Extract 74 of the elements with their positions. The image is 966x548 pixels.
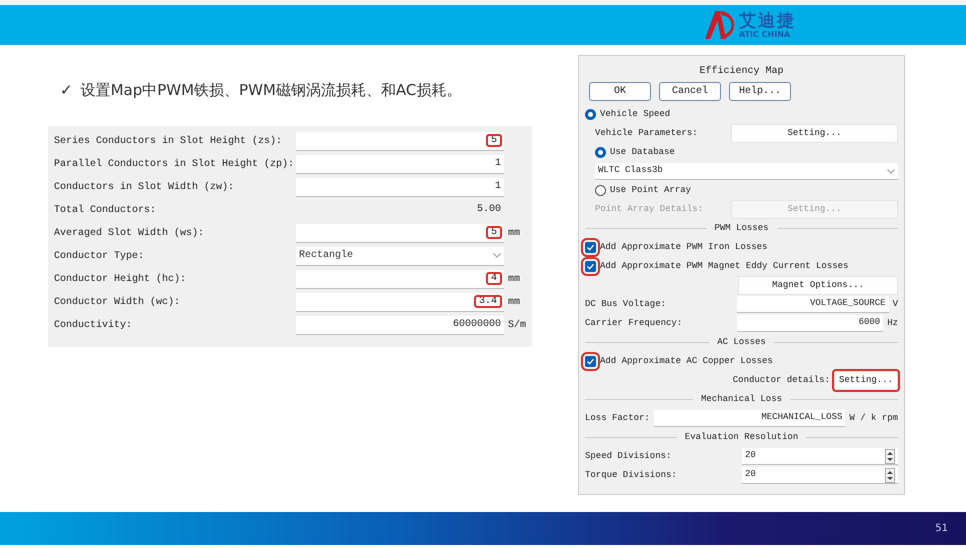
- section-heading: Evaluation Resolution: [684, 430, 800, 444]
- dropdown-value: Rectangle: [299, 248, 354, 262]
- field-value: 1: [494, 158, 501, 168]
- page-number: 51: [935, 522, 948, 536]
- logo-mark-icon: [705, 11, 735, 39]
- field-label: Conductor Height (hc):: [54, 272, 188, 286]
- dialog-button[interactable]: OK: [589, 82, 651, 101]
- spin-value: 20: [745, 449, 756, 462]
- input-field[interactable]: VOLTAGE_SOURCE: [737, 296, 889, 313]
- unit-label: mm: [507, 272, 520, 286]
- field-label: Conductors in Slot Width (zw):: [54, 180, 236, 194]
- field-label: Averaged Slot Width (ws):: [54, 226, 206, 240]
- input-field[interactable]: 6000: [737, 315, 884, 332]
- field-label: Torque Divisions:: [585, 468, 678, 482]
- section-heading: AC Losses: [716, 336, 767, 349]
- checkbox-label: Add Approximate PWM Iron Losses: [600, 240, 768, 254]
- unit-label: mm: [507, 296, 520, 310]
- input-field[interactable]: 1: [296, 154, 504, 174]
- input-field[interactable]: MECHANICAL_LOSS: [654, 410, 846, 427]
- caret-icon: [493, 253, 501, 258]
- field-label: DC Bus Voltage:: [585, 298, 668, 311]
- field-label: Total Conductors:: [54, 204, 158, 218]
- radio-button[interactable]: [585, 109, 596, 120]
- field-value: 4: [486, 272, 501, 284]
- logo-english-text: ATIC CHINA: [739, 30, 792, 38]
- setting-button[interactable]: Setting...: [834, 370, 898, 390]
- check-mark: ✓: [60, 80, 73, 101]
- unit-label: S/m: [506, 318, 526, 332]
- field-label: Conductivity:: [54, 318, 134, 332]
- field-label: Vehicle Parameters:: [595, 126, 699, 140]
- setting-button[interactable]: Setting...: [731, 124, 898, 144]
- unit-label: mm: [507, 226, 520, 240]
- checkbox-label: Add Approximate PWM Magnet Eddy Current Losses: [600, 260, 848, 273]
- field-label: Carrier Frequency:: [585, 316, 684, 330]
- field-label: Conductor Width (wc):: [54, 296, 182, 310]
- input-field[interactable]: 60000000: [296, 316, 504, 334]
- field-label: Conductor details:: [732, 374, 830, 387]
- checkbox-label: Add Approximate AC Copper Losses: [600, 354, 773, 368]
- dropdown[interactable]: Rectangle: [296, 246, 504, 266]
- dropdown-value: WLTC Class3b: [598, 164, 663, 177]
- options-button[interactable]: Magnet Options...: [738, 276, 898, 296]
- dialog-title: Efficiency Map: [698, 64, 784, 79]
- section-heading: Mechanical Loss: [700, 392, 784, 406]
- radio-label: Vehicle Speed: [600, 108, 670, 121]
- section-heading: PWM Losses: [714, 222, 770, 235]
- caret-icon: [887, 168, 895, 174]
- dropdown[interactable]: WLTC Class3b: [595, 163, 898, 180]
- unit-label: V: [892, 298, 898, 311]
- field-label: Point Array Details:: [595, 202, 704, 216]
- radio-label: Use Database: [610, 146, 675, 159]
- field-value: 1: [494, 180, 501, 192]
- field-label: Series Conductors in Slot Height (zs):: [54, 134, 284, 148]
- unit-label: Hz: [887, 316, 898, 330]
- radio-button[interactable]: [595, 185, 606, 196]
- radio-label: Use Point Array: [610, 184, 692, 197]
- field-label: Conductor Type:: [54, 250, 146, 264]
- spinner-icon[interactable]: [885, 468, 895, 483]
- input-field[interactable]: 4: [296, 270, 504, 288]
- spin-field[interactable]: 20: [742, 467, 898, 484]
- readout-value: 5.00: [476, 204, 501, 214]
- logo-chinese-text: 艾迪捷: [739, 12, 796, 30]
- spin-value: 20: [745, 468, 756, 481]
- radio-button[interactable]: [595, 147, 606, 158]
- input-field[interactable]: 1: [296, 178, 504, 196]
- spinner-icon[interactable]: [885, 449, 895, 464]
- unit-label: W / k rpm: [849, 412, 898, 425]
- bullet-text: 设置Map中PWM铁损、PWM磁钢涡流损耗、和AC损耗。: [80, 80, 462, 101]
- field-value: 60000000: [452, 318, 501, 330]
- field-label: Parallel Conductors in Slot Height (zp):: [54, 158, 296, 172]
- dialog-button[interactable]: Cancel: [659, 82, 721, 101]
- dialog-button[interactable]: Help...: [729, 82, 791, 101]
- spin-field[interactable]: 20: [742, 448, 898, 465]
- field-label: Loss Factor:: [585, 412, 650, 425]
- field-label: Speed Divisions:: [585, 450, 672, 463]
